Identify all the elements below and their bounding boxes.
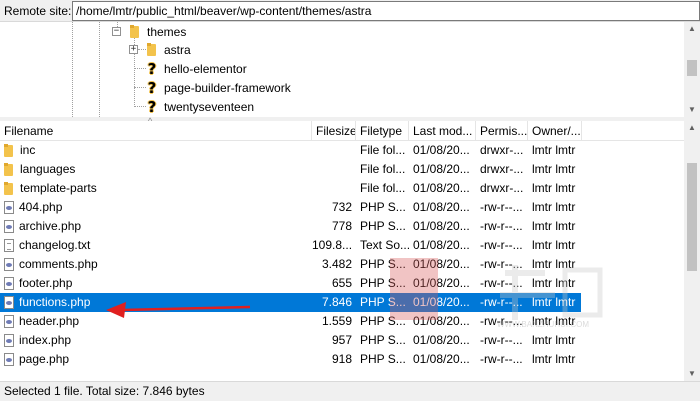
annotation-arrow-icon	[106, 302, 251, 318]
annotation-arrow-shaft	[121, 305, 251, 312]
annotation-arrow-head	[106, 302, 126, 318]
